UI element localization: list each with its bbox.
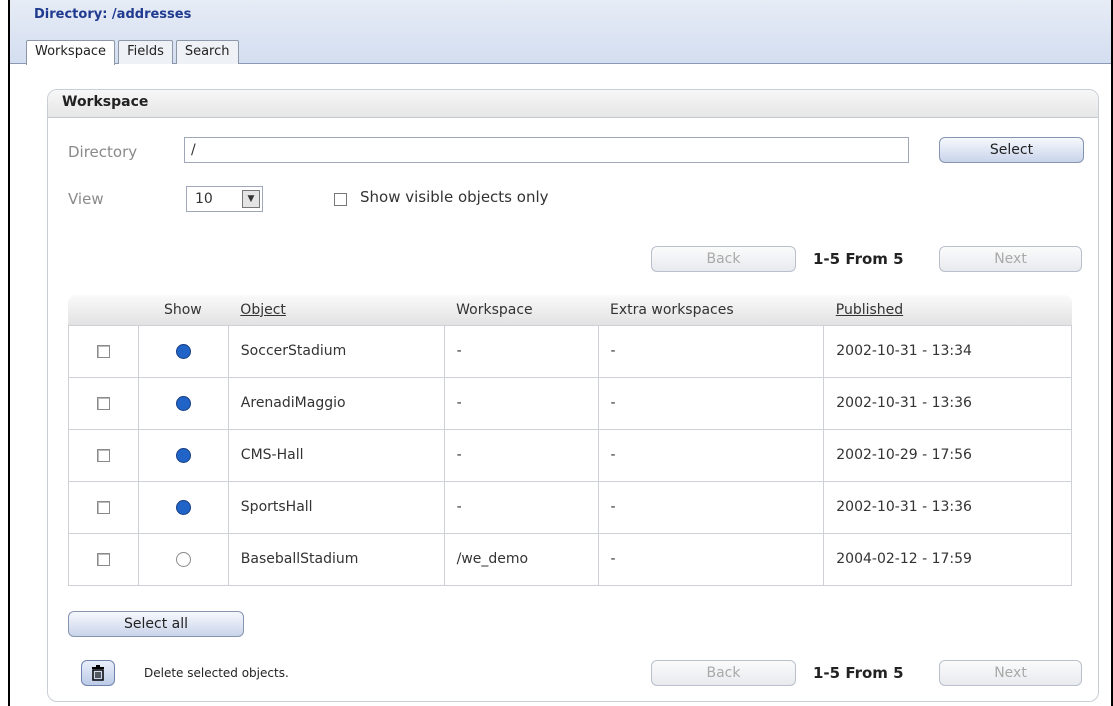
published-cell: 2002-10-29 - 17:56 xyxy=(823,428,1072,482)
workspace-cell: - xyxy=(443,480,599,534)
table-row: SportsHall - - 2002-10-31 - 13:36 xyxy=(68,480,1072,534)
next-button-bottom[interactable]: Next xyxy=(939,660,1082,686)
select-button[interactable]: Select xyxy=(939,137,1084,163)
delete-selected-text: Delete selected objects. xyxy=(144,666,289,680)
table-row: CMS-Hall - - 2002-10-29 - 17:56 xyxy=(68,428,1072,482)
tab-workspace[interactable]: Workspace xyxy=(26,40,116,65)
published-cell: 2002-10-31 - 13:34 xyxy=(823,324,1072,378)
back-button-top[interactable]: Back xyxy=(651,246,796,272)
header-published[interactable]: Published xyxy=(824,295,1072,325)
select-all-button[interactable]: Select all xyxy=(68,611,244,637)
pager-range-top: 1-5 From 5 xyxy=(813,250,904,268)
directory-title: Directory: /addresses xyxy=(34,7,192,22)
window-border-left xyxy=(8,0,10,706)
table-header-row: Show Object Workspace Extra workspaces P… xyxy=(69,295,1072,325)
row-checkbox[interactable] xyxy=(96,448,110,462)
header-bar: Directory: /addresses Workspace Fields S… xyxy=(10,0,1111,65)
visible-dot-icon xyxy=(175,447,191,463)
trash-icon xyxy=(92,665,104,681)
back-button-bottom[interactable]: Back xyxy=(651,660,796,686)
view-select[interactable]: 10 ▼ xyxy=(186,186,263,212)
extra-workspaces-cell: - xyxy=(597,324,825,378)
row-checkbox[interactable] xyxy=(96,552,110,566)
panel-title: Workspace xyxy=(62,94,149,110)
published-cell: 2002-10-31 - 13:36 xyxy=(823,480,1072,534)
table-row: ArenadiMaggio - - 2002-10-31 - 13:36 xyxy=(68,376,1072,430)
workspace-cell: - xyxy=(443,428,599,482)
workspace-cell: - xyxy=(443,376,599,430)
header-select xyxy=(69,295,139,325)
next-button-top[interactable]: Next xyxy=(939,246,1082,272)
workspace-cell: - xyxy=(443,324,599,378)
pager-range-bottom: 1-5 From 5 xyxy=(813,664,904,682)
row-checkbox[interactable] xyxy=(96,344,110,358)
show-visible-label: Show visible objects only xyxy=(360,188,549,206)
panel-title-bar: Workspace xyxy=(48,90,1098,118)
directory-input[interactable] xyxy=(184,137,909,163)
delete-button[interactable] xyxy=(81,660,115,686)
header-extra-workspaces: Extra workspaces xyxy=(610,301,734,318)
extra-workspaces-cell: - xyxy=(597,480,825,534)
objects-table: Show Object Workspace Extra workspaces P… xyxy=(68,295,1072,586)
table-row: SoccerStadium - - 2002-10-31 - 13:34 xyxy=(68,324,1072,378)
object-name: CMS-Hall xyxy=(227,428,445,482)
show-visible-checkbox[interactable] xyxy=(334,193,347,206)
chevron-down-icon[interactable]: ▼ xyxy=(242,190,260,208)
extra-workspaces-cell: - xyxy=(597,532,825,586)
tab-bar: Workspace Fields Search xyxy=(26,40,242,65)
row-checkbox[interactable] xyxy=(96,500,110,514)
view-label: View xyxy=(68,190,104,208)
published-cell: 2002-10-31 - 13:36 xyxy=(823,376,1072,430)
directory-label: Directory xyxy=(68,143,138,161)
hidden-dot-icon xyxy=(175,551,191,567)
visible-dot-icon xyxy=(175,395,191,411)
header-workspace: Workspace xyxy=(456,301,533,318)
extra-workspaces-cell: - xyxy=(597,428,825,482)
tab-fields[interactable]: Fields xyxy=(118,40,173,64)
row-checkbox[interactable] xyxy=(96,396,110,410)
published-cell: 2004-02-12 - 17:59 xyxy=(823,532,1072,586)
object-name: SoccerStadium xyxy=(227,324,445,378)
object-name: ArenadiMaggio xyxy=(227,376,445,430)
visible-dot-icon xyxy=(175,343,191,359)
object-name: SportsHall xyxy=(227,480,445,534)
view-select-value: 10 xyxy=(195,191,213,207)
visible-dot-icon xyxy=(175,499,191,515)
workspace-cell: /we_demo xyxy=(443,532,599,586)
header-show: Show xyxy=(163,301,202,318)
header-object[interactable]: Object xyxy=(228,295,444,325)
table-row: BaseballStadium /we_demo - 2004-02-12 - … xyxy=(68,532,1072,586)
object-name: BaseballStadium xyxy=(227,532,445,586)
extra-workspaces-cell: - xyxy=(597,376,825,430)
tab-search[interactable]: Search xyxy=(175,40,239,64)
